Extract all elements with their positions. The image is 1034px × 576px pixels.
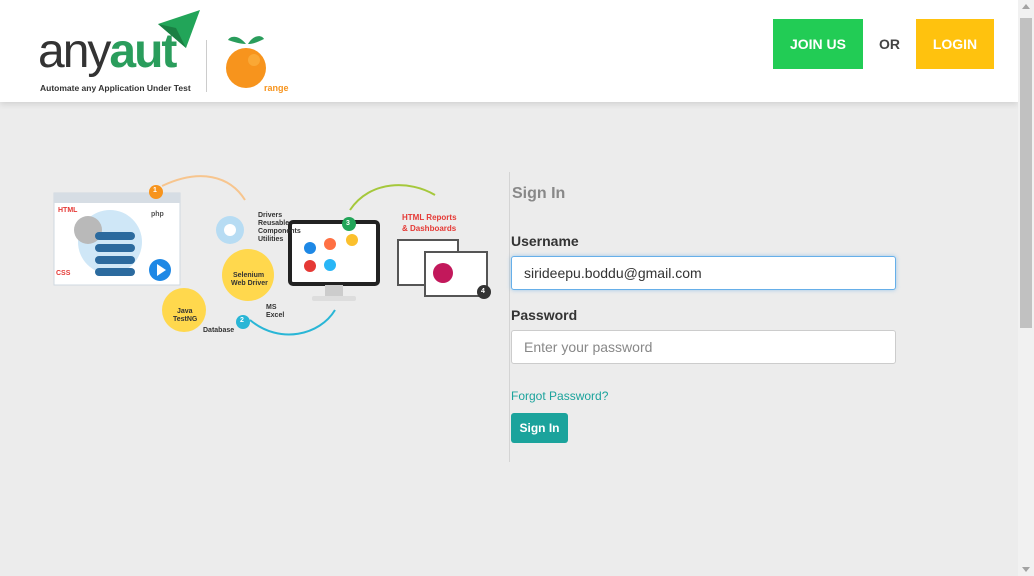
logo-wordmark: anyaut — [38, 25, 177, 78]
utilities-label: Utilities — [258, 236, 284, 243]
username-label: Username — [511, 233, 579, 249]
login-button[interactable]: LOGIN — [916, 19, 994, 69]
logo[interactable]: anyaut Automate any Application Under Te… — [38, 10, 298, 96]
drivers-label: Drivers — [258, 212, 283, 219]
scrollbar-thumb[interactable] — [1020, 18, 1032, 328]
step-2-label: 2 — [240, 317, 244, 324]
selenium-label: Selenium — [233, 272, 265, 279]
orange-fruit-icon — [226, 36, 266, 88]
sign-in-form: Sign In Username Password Forgot Passwor… — [509, 172, 899, 462]
logo-tagline: Automate any Application Under Test — [40, 83, 191, 93]
join-us-button[interactable]: JOIN US — [773, 19, 863, 69]
testng-label: TestNG — [173, 316, 198, 323]
reusable-label: Reusable — [258, 220, 290, 227]
paper-plane-icon — [158, 10, 200, 48]
scroll-down-arrow-icon[interactable] — [1022, 567, 1030, 572]
page: anyaut Automate any Application Under Te… — [0, 0, 1034, 576]
step-3-label: 3 — [346, 220, 350, 227]
logo-orange-text: range — [264, 83, 289, 93]
or-separator: OR — [879, 36, 900, 52]
vertical-scrollbar[interactable] — [1018, 0, 1034, 576]
components-label: Components — [258, 228, 301, 235]
automation-workflow-illustration: HTML CSS php 1 2 3 4 Drivers Reusable Co… — [50, 170, 500, 345]
password-label: Password — [511, 307, 578, 323]
scroll-up-arrow-icon[interactable] — [1022, 4, 1030, 9]
password-field[interactable] — [511, 330, 896, 364]
username-field[interactable] — [511, 256, 896, 290]
sign-in-button[interactable]: Sign In — [511, 413, 568, 443]
dashboards-label: & Dashboards — [402, 224, 457, 233]
java-label: Java — [177, 308, 193, 315]
excel-label: Excel — [266, 312, 285, 319]
html-reports-label: HTML Reports — [402, 213, 457, 222]
css-label: CSS — [56, 270, 71, 277]
step-4-label: 4 — [481, 288, 485, 295]
step-1-label: 1 — [153, 187, 157, 194]
forgot-password-link[interactable]: Forgot Password? — [511, 389, 608, 403]
sign-in-title: Sign In — [512, 185, 566, 202]
ms-label: MS — [266, 304, 277, 311]
web-driver-label: Web Driver — [231, 280, 268, 287]
html-label: HTML — [58, 207, 78, 214]
logo-word-main: any — [38, 25, 111, 78]
logo-divider — [206, 40, 207, 92]
database-label: Database — [203, 327, 235, 334]
header: anyaut Automate any Application Under Te… — [0, 0, 1018, 102]
php-label: php — [151, 211, 164, 218]
